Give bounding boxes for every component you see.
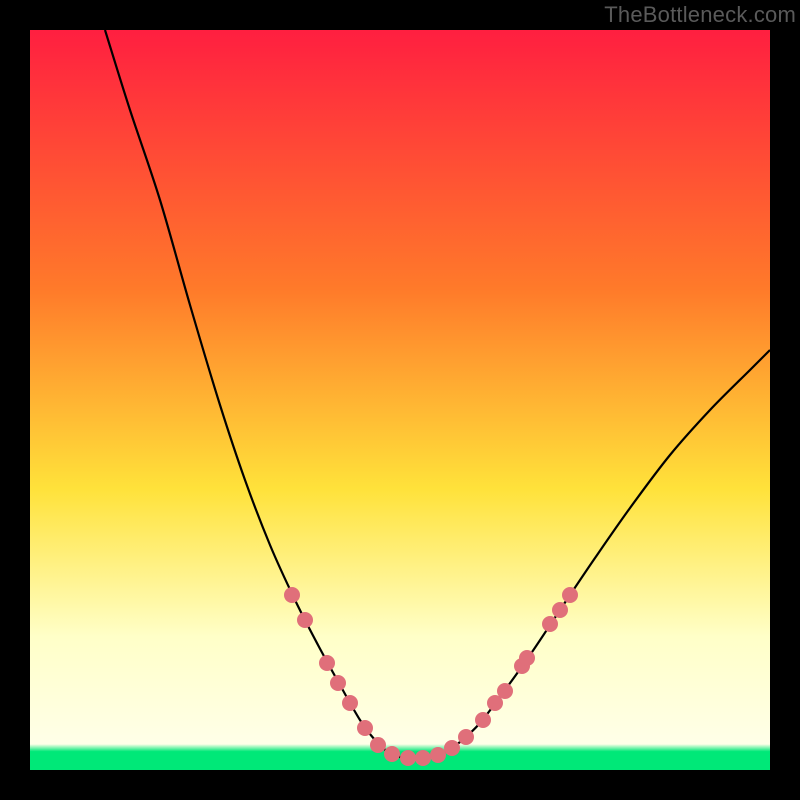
- data-dot: [519, 650, 535, 666]
- data-dot: [284, 587, 300, 603]
- data-dot: [342, 695, 358, 711]
- data-dot: [542, 616, 558, 632]
- data-dot: [497, 683, 513, 699]
- data-dot: [415, 750, 431, 766]
- data-dot: [384, 746, 400, 762]
- data-dot: [475, 712, 491, 728]
- data-dot: [444, 740, 460, 756]
- plot-area: [30, 30, 770, 770]
- data-dot: [400, 750, 416, 766]
- data-dot: [319, 655, 335, 671]
- data-dot: [458, 729, 474, 745]
- data-dot: [430, 747, 446, 763]
- data-dot: [370, 737, 386, 753]
- watermark-label: TheBottleneck.com: [604, 2, 796, 28]
- data-dot: [297, 612, 313, 628]
- chart-svg: [30, 30, 770, 770]
- data-dot: [330, 675, 346, 691]
- chart-frame: TheBottleneck.com: [0, 0, 800, 800]
- data-dot: [562, 587, 578, 603]
- data-dot: [357, 720, 373, 736]
- data-dot: [552, 602, 568, 618]
